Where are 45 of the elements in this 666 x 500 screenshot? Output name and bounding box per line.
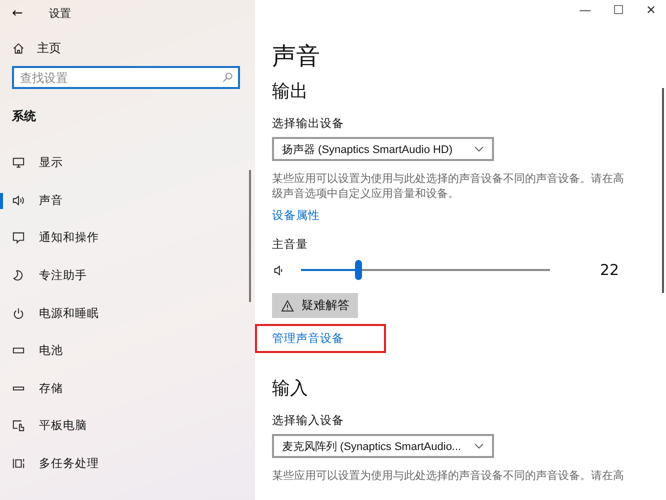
device-properties-link[interactable]: 设备属性 <box>272 208 666 223</box>
sidebar-item[interactable]: 通知和操作 <box>0 219 255 257</box>
tablet-icon <box>12 419 25 432</box>
home-icon <box>12 42 25 54</box>
field-label: 选择输入设备 <box>272 413 345 428</box>
sidebar-item[interactable]: 电池 <box>0 332 255 370</box>
description-text: 某些应用可以设置为使用与此处选择的声音设备不同的声音设备。请在高 <box>272 468 625 483</box>
monitor-icon <box>12 156 25 170</box>
search-icon <box>222 72 233 83</box>
moon-icon <box>12 269 25 282</box>
description-text: 某些应用可以设置为使用与此处选择的声音设备不同的声音设备。请在高级声音选项中自定义应用音量和设备。 <box>272 171 625 201</box>
sidebar-item[interactable]: 平板电脑 <box>0 407 255 445</box>
window-title: 设置 <box>49 6 71 20</box>
home-link[interactable]: 主页 <box>12 39 255 57</box>
volume-value: 22 <box>600 261 620 279</box>
output-device-dropdown[interactable]: 扬声器 (Synaptics SmartAudio HD) <box>272 137 494 161</box>
power-icon <box>12 306 25 320</box>
sidebar-item[interactable]: 多任务处理 <box>0 444 255 482</box>
speaker-icon <box>272 264 285 276</box>
chevron-icon <box>474 146 484 152</box>
input-device-dropdown[interactable]: 麦克风阵列 (Synaptics SmartAudio... <box>272 434 494 458</box>
sidebar-item[interactable]: 显示 <box>0 144 255 182</box>
section-heading: 输出 <box>272 80 309 104</box>
sidebar-item[interactable]: 存储 <box>0 370 255 408</box>
manage-devices-link[interactable]: 管理声音设备 <box>272 331 344 346</box>
warning-icon <box>280 300 294 312</box>
back-button[interactable]: ← <box>12 6 49 20</box>
sidebar-item[interactable]: 电源和睡眠 <box>0 294 255 332</box>
close-button[interactable]: ✕ <box>646 3 656 17</box>
speaker-icon <box>12 194 25 207</box>
section-heading: 系统 <box>12 108 37 125</box>
minimize-button[interactable]: — <box>579 3 592 17</box>
sidebar-item[interactable]: 声音 <box>0 182 255 220</box>
message-icon <box>12 231 25 244</box>
troubleshoot-button[interactable]: 疑难解答 <box>272 293 358 318</box>
slider-thumb[interactable] <box>354 260 362 280</box>
sidebar-item[interactable]: 专注助手 <box>0 256 255 294</box>
section-heading: 输入 <box>272 377 309 401</box>
field-label: 主音量 <box>272 237 309 252</box>
page-title: 声音 <box>272 41 321 72</box>
search-field[interactable]: 查找设置 <box>12 66 240 89</box>
field-label: 选择输出设备 <box>272 116 345 131</box>
chevron-icon <box>474 443 484 449</box>
multitask-icon <box>12 457 25 470</box>
maximize-button[interactable]: ☐ <box>613 3 624 17</box>
